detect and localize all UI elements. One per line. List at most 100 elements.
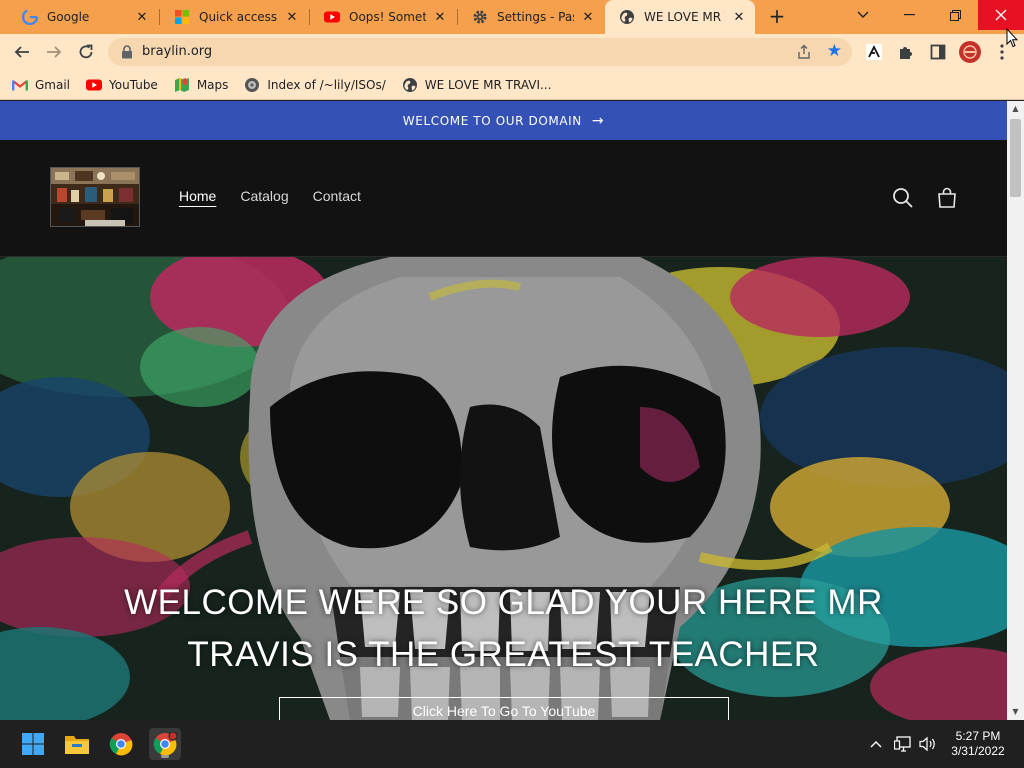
youtube-icon bbox=[86, 77, 103, 93]
start-button[interactable] bbox=[17, 728, 49, 760]
side-panel-button[interactable] bbox=[926, 40, 950, 64]
lock-icon[interactable] bbox=[120, 45, 134, 59]
browser-toolbar: braylin.org ★ bbox=[0, 34, 1024, 70]
file-explorer-button[interactable] bbox=[61, 728, 93, 760]
site-header: Home Catalog Contact bbox=[0, 140, 1007, 257]
google-icon bbox=[22, 9, 38, 25]
network-button[interactable] bbox=[893, 734, 913, 754]
back-arrow-icon bbox=[14, 46, 29, 58]
bookmark-youtube[interactable]: YouTube bbox=[86, 77, 158, 93]
tab-we-love-mr-travis[interactable]: WE LOVE MR TR ✕ bbox=[605, 0, 755, 34]
search-button[interactable] bbox=[891, 186, 915, 210]
store-logo[interactable] bbox=[50, 167, 140, 227]
tab-title: Oops! Somethin bbox=[349, 10, 426, 24]
scrollbar-thumb[interactable] bbox=[1010, 119, 1021, 197]
back-button[interactable] bbox=[10, 40, 34, 64]
cart-button[interactable] bbox=[935, 186, 959, 210]
bookmark-label: Index of /~lily/ISOs/ bbox=[267, 77, 386, 92]
bookmark-gmail[interactable]: Gmail bbox=[12, 77, 70, 93]
chrome-icon bbox=[109, 733, 133, 756]
clock-time: 5:27 PM bbox=[955, 729, 1001, 743]
screen: Google ✕ Quick access to ✕ Oops! Somethi… bbox=[0, 0, 1024, 768]
new-tab-button[interactable]: + bbox=[766, 6, 788, 28]
show-hidden-icons-button[interactable] bbox=[866, 734, 886, 754]
extensions-button[interactable] bbox=[894, 40, 918, 64]
announcement-bar[interactable]: WELCOME TO OUR DOMAIN → bbox=[0, 101, 1007, 140]
bookmark-label: Maps bbox=[196, 77, 229, 92]
maps-icon bbox=[174, 77, 190, 93]
gear-icon bbox=[472, 9, 488, 25]
nav-catalog[interactable]: Catalog bbox=[240, 188, 288, 204]
tab-settings[interactable]: Settings - Passw ✕ bbox=[458, 0, 604, 34]
site-icon bbox=[244, 77, 260, 93]
close-window-button[interactable] bbox=[978, 0, 1024, 30]
side-panel-icon bbox=[930, 44, 946, 60]
bookmark-maps[interactable]: Maps bbox=[174, 77, 229, 93]
hero-heading-line-1: WELCOME WERE SO GLAD YOUR HERE MR bbox=[124, 583, 883, 622]
file-explorer-icon bbox=[65, 736, 89, 754]
nav-home[interactable]: Home bbox=[179, 188, 216, 204]
restore-button[interactable] bbox=[932, 0, 978, 30]
cart-icon bbox=[938, 187, 956, 208]
minimize-button[interactable] bbox=[886, 0, 932, 30]
tab-youtube-error[interactable]: Oops! Somethin ✕ bbox=[310, 0, 456, 34]
windows-start-icon bbox=[22, 733, 44, 755]
youtube-cta-button[interactable]: Click Here To Go To YouTube bbox=[279, 697, 729, 720]
close-tab-icon[interactable]: ✕ bbox=[134, 9, 150, 25]
restore-icon bbox=[949, 9, 961, 21]
announcement-text[interactable]: WELCOME TO OUR DOMAIN bbox=[403, 114, 582, 128]
bookmark-star-icon[interactable]: ★ bbox=[827, 42, 842, 60]
reload-icon bbox=[79, 44, 93, 59]
tab-quick-access[interactable]: Quick access to ✕ bbox=[160, 0, 308, 34]
chrome-profile-icon bbox=[153, 732, 177, 756]
tab-title: WE LOVE MR TR bbox=[644, 10, 725, 24]
chevron-up-icon bbox=[870, 741, 882, 748]
forward-button[interactable] bbox=[42, 40, 66, 64]
network-icon bbox=[894, 736, 911, 752]
address-bar[interactable]: braylin.org ★ bbox=[108, 38, 852, 66]
taskbar-clock[interactable]: 5:27 PM 3/31/2022 bbox=[940, 729, 1016, 759]
globe-icon bbox=[619, 9, 635, 25]
close-tab-icon[interactable]: ✕ bbox=[432, 9, 448, 25]
puzzle-icon bbox=[900, 47, 912, 59]
scroll-down-arrow-icon[interactable]: ▼ bbox=[1007, 704, 1024, 720]
tab-google[interactable]: Google ✕ bbox=[8, 0, 158, 34]
globe-icon bbox=[402, 77, 418, 93]
chrome-taskbar-button[interactable] bbox=[105, 728, 137, 760]
web-page: WELCOME TO OUR DOMAIN → Home Catalog Con… bbox=[0, 101, 1007, 720]
extension-button[interactable] bbox=[862, 40, 886, 64]
hero-heading: WELCOME WERE SO GLAD YOUR HERE MR TRAVIS… bbox=[0, 577, 1007, 681]
kebab-menu-icon bbox=[1000, 44, 1004, 60]
search-icon bbox=[893, 188, 913, 208]
forward-arrow-icon bbox=[47, 46, 62, 58]
bookmark-label: WE LOVE MR TRAVI... bbox=[424, 77, 552, 92]
nav-contact[interactable]: Contact bbox=[313, 188, 361, 204]
youtube-icon bbox=[324, 9, 340, 25]
running-indicator bbox=[161, 755, 169, 758]
speaker-icon bbox=[919, 736, 935, 752]
mouse-pointer-icon bbox=[1006, 28, 1018, 48]
bookmarks-bar: Gmail YouTube Maps Index of /~lily/ISOs/… bbox=[0, 70, 1024, 100]
chrome-profile-taskbar-button[interactable] bbox=[149, 728, 181, 760]
scroll-up-arrow-icon[interactable]: ▲ bbox=[1007, 101, 1024, 117]
bookmark-label: YouTube bbox=[109, 77, 158, 92]
tab-title: Quick access to bbox=[199, 10, 278, 24]
avatar bbox=[959, 41, 981, 63]
profile-button[interactable] bbox=[958, 40, 982, 64]
arrow-right-icon: → bbox=[591, 112, 605, 129]
close-tab-icon[interactable]: ✕ bbox=[731, 9, 747, 25]
volume-button[interactable] bbox=[918, 734, 938, 754]
bookmark-index-lily-isos[interactable]: Index of /~lily/ISOs/ bbox=[244, 77, 386, 93]
tab-strip: Google ✕ Quick access to ✕ Oops! Somethi… bbox=[0, 0, 1024, 34]
page-scrollbar[interactable]: ▲ ▼ bbox=[1007, 101, 1024, 720]
close-icon bbox=[995, 9, 1007, 21]
reload-button[interactable] bbox=[74, 40, 98, 64]
share-icon[interactable] bbox=[796, 44, 812, 60]
url-text[interactable]: braylin.org bbox=[142, 44, 212, 59]
minimize-icon bbox=[903, 14, 915, 16]
close-tab-icon[interactable]: ✕ bbox=[580, 9, 596, 25]
bookmark-we-love-mr-travis[interactable]: WE LOVE MR TRAVI... bbox=[402, 77, 552, 93]
tab-search-button[interactable] bbox=[840, 0, 886, 30]
close-tab-icon[interactable]: ✕ bbox=[284, 9, 300, 25]
windows-icon bbox=[174, 9, 190, 25]
